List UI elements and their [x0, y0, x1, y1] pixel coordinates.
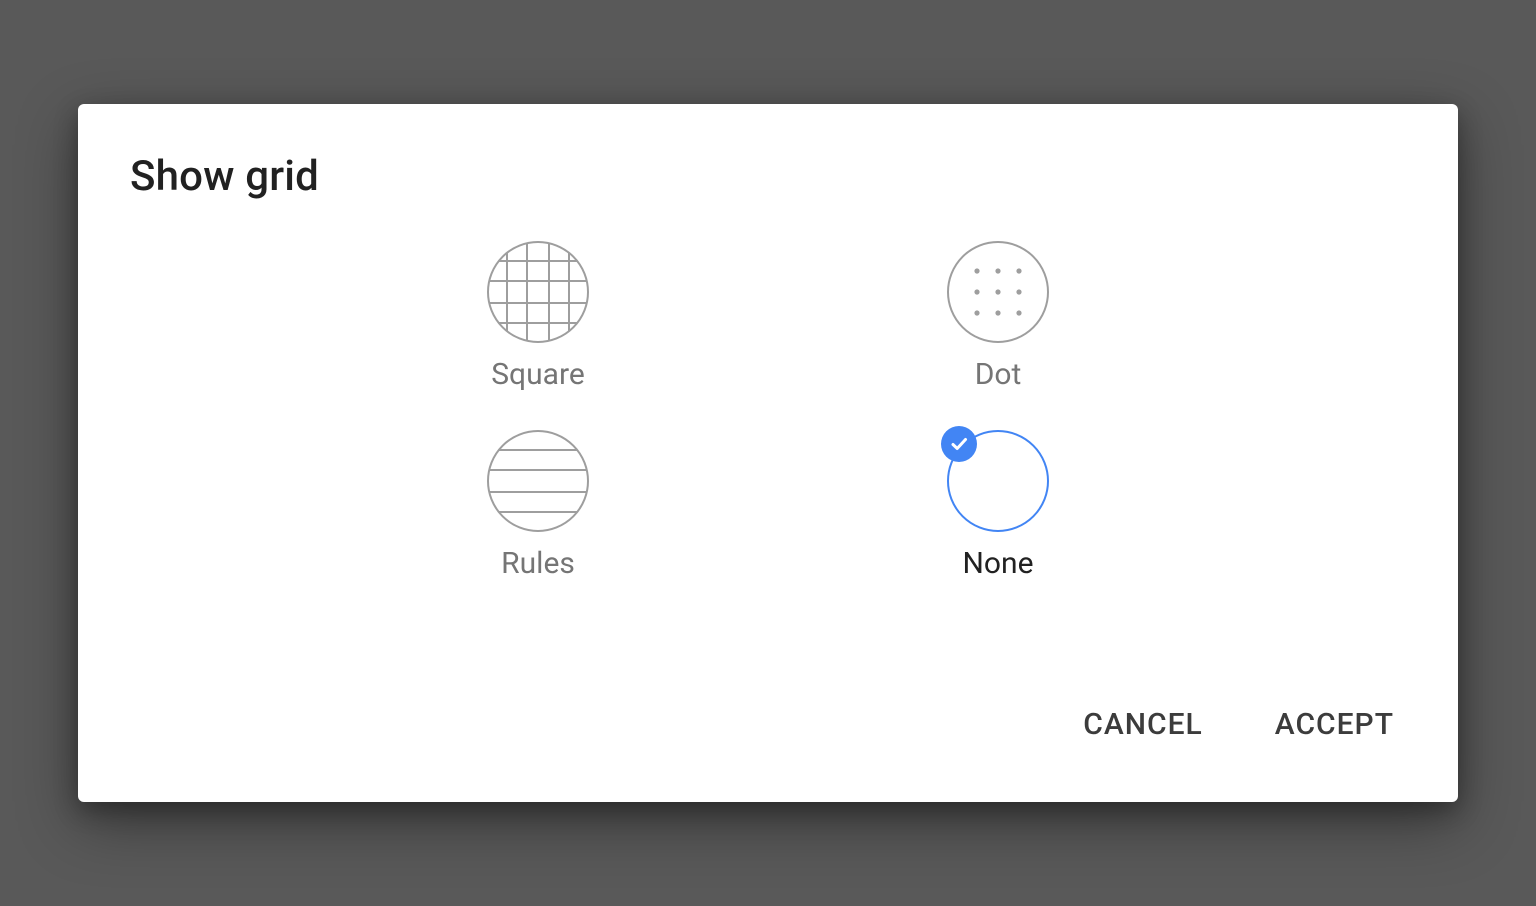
option-none[interactable]: None: [768, 430, 1228, 581]
accept-button[interactable]: ACCEPT: [1267, 703, 1402, 746]
none-grid-icon: [947, 430, 1049, 532]
option-label: None: [963, 546, 1034, 581]
option-label: Rules: [501, 546, 575, 581]
option-dot[interactable]: Dot: [768, 241, 1228, 392]
dialog-actions: CANCEL ACCEPT: [1075, 703, 1402, 746]
option-rules[interactable]: Rules: [308, 430, 768, 581]
dot-grid-icon: [947, 241, 1049, 343]
dialog-title: Show grid: [130, 152, 1406, 201]
square-grid-icon: [487, 241, 589, 343]
option-label: Square: [491, 357, 585, 392]
check-icon: [941, 426, 977, 462]
grid-options: Square: [308, 241, 1228, 581]
rules-grid-icon: [487, 430, 589, 532]
cancel-button[interactable]: CANCEL: [1075, 703, 1211, 746]
option-square[interactable]: Square: [308, 241, 768, 392]
grid-dialog: Show grid: [78, 104, 1458, 802]
option-label: Dot: [975, 357, 1022, 392]
